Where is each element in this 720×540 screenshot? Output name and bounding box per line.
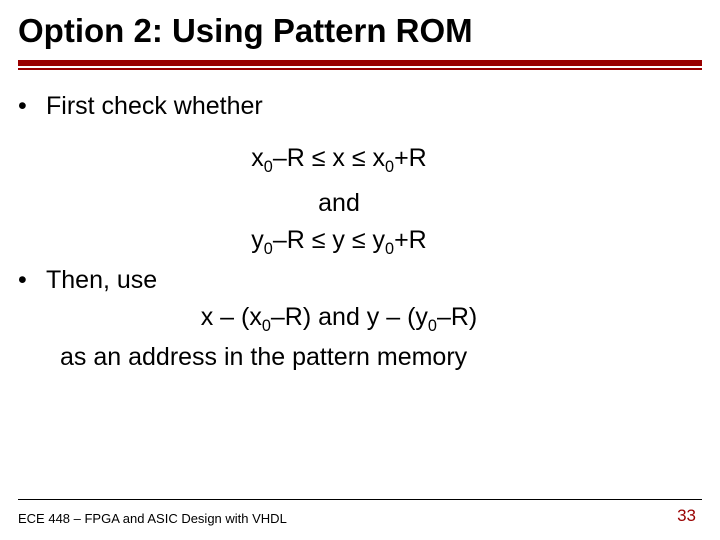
footer-left: ECE 448 – FPGA and ASIC Design with VHDL bbox=[18, 511, 287, 526]
footer-rule bbox=[18, 499, 702, 500]
math-text: +R bbox=[394, 226, 427, 254]
bullet-dot: • bbox=[18, 262, 32, 300]
inequality-x: x0–R ≤ x ≤ x0+R bbox=[18, 140, 720, 179]
bullet-1: • First check whether bbox=[18, 88, 720, 126]
math-text: –R ≤ y ≤ y bbox=[273, 226, 385, 254]
address-expr: x – (x0–R) and y – (y0–R) bbox=[18, 299, 720, 338]
math-sub: 0 bbox=[385, 158, 394, 176]
math-text: –R) bbox=[437, 303, 477, 331]
bullet-dot: • bbox=[18, 88, 32, 126]
closing-text: as an address in the pattern memory bbox=[18, 339, 720, 377]
math-sub: 0 bbox=[385, 240, 394, 258]
slide-body: • First check whether x0–R ≤ x ≤ x0+R an… bbox=[0, 70, 720, 376]
inequality-y: y0–R ≤ y ≤ y0+R bbox=[18, 222, 720, 261]
math-sub: 0 bbox=[264, 240, 273, 258]
slide-title: Option 2: Using Pattern ROM bbox=[0, 0, 720, 50]
page-number: 33 bbox=[677, 506, 696, 526]
math-text: –R ≤ x ≤ x bbox=[273, 144, 385, 172]
math-sub: 0 bbox=[264, 158, 273, 176]
math-text: x bbox=[251, 144, 264, 172]
math-text: –R) and y – (y bbox=[271, 303, 428, 331]
math-sub: 0 bbox=[262, 317, 271, 335]
math-text: y bbox=[251, 226, 264, 254]
bullet-2-text: Then, use bbox=[46, 262, 157, 300]
math-sub: 0 bbox=[428, 317, 437, 335]
math-text: x – (x bbox=[201, 303, 262, 331]
bullet-1-text: First check whether bbox=[46, 88, 263, 126]
bullet-2: • Then, use bbox=[18, 262, 720, 300]
math-text: +R bbox=[394, 144, 427, 172]
and-text: and bbox=[18, 185, 720, 223]
title-underline bbox=[18, 60, 702, 70]
